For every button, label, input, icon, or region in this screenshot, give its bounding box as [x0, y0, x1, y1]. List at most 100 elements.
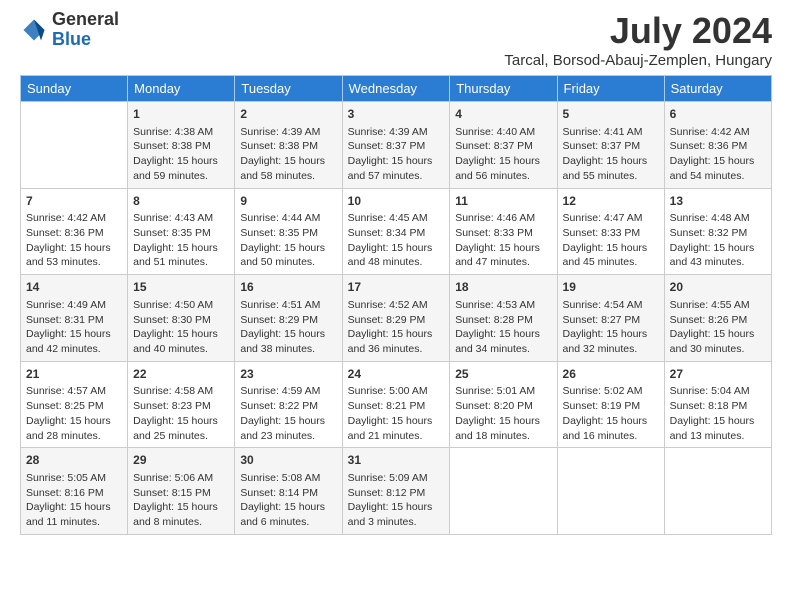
day-info: Sunrise: 4:59 AM Sunset: 8:22 PM Dayligh…	[240, 384, 336, 443]
day-number: 17	[348, 279, 445, 296]
day-number: 13	[670, 193, 766, 210]
day-number: 25	[455, 366, 551, 383]
day-info: Sunrise: 4:42 AM Sunset: 8:36 PM Dayligh…	[670, 125, 766, 184]
day-info: Sunrise: 4:50 AM Sunset: 8:30 PM Dayligh…	[133, 298, 229, 357]
day-info: Sunrise: 4:53 AM Sunset: 8:28 PM Dayligh…	[455, 298, 551, 357]
day-number: 16	[240, 279, 336, 296]
day-info: Sunrise: 5:06 AM Sunset: 8:15 PM Dayligh…	[133, 471, 229, 530]
calendar-cell: 22Sunrise: 4:58 AM Sunset: 8:23 PM Dayli…	[128, 361, 235, 448]
calendar-cell: 21Sunrise: 4:57 AM Sunset: 8:25 PM Dayli…	[21, 361, 128, 448]
day-number: 26	[563, 366, 659, 383]
weekday-header-row: SundayMondayTuesdayWednesdayThursdayFrid…	[21, 76, 772, 102]
day-number: 23	[240, 366, 336, 383]
day-number: 30	[240, 452, 336, 469]
day-info: Sunrise: 4:39 AM Sunset: 8:37 PM Dayligh…	[348, 125, 445, 184]
day-info: Sunrise: 4:51 AM Sunset: 8:29 PM Dayligh…	[240, 298, 336, 357]
day-info: Sunrise: 4:42 AM Sunset: 8:36 PM Dayligh…	[26, 211, 122, 270]
weekday-header-saturday: Saturday	[664, 76, 771, 102]
calendar-cell: 14 Sunrise: 4:49 AM Sunset: 8:31 PM Dayli…	[21, 275, 128, 362]
calendar-cell: 9Sunrise: 4:44 AM Sunset: 8:35 PM Daylig…	[235, 188, 342, 275]
weekday-header-sunday: Sunday	[21, 76, 128, 102]
day-info: Sunrise: 4:49 AM Sunset: 8:31 PM Dayligh…	[26, 298, 122, 357]
day-info: Sunrise: 5:09 AM Sunset: 8:12 PM Dayligh…	[348, 471, 445, 530]
logo-line1: General	[52, 10, 119, 30]
day-info: Sunrise: 4:44 AM Sunset: 8:35 PM Dayligh…	[240, 211, 336, 270]
calendar-cell: 4 Sunrise: 4:40 AM Sunset: 8:37 PM Daylig…	[450, 102, 557, 189]
day-number: 9	[240, 193, 336, 210]
calendar-week-row: 21Sunrise: 4:57 AM Sunset: 8:25 PM Dayli…	[21, 361, 772, 448]
day-info: Sunrise: 4:58 AM Sunset: 8:23 PM Dayligh…	[133, 384, 229, 443]
calendar-cell: 29 Sunrise: 5:06 AM Sunset: 8:15 PM Dayli…	[128, 448, 235, 535]
day-info: Sunrise: 4:41 AM Sunset: 8:37 PM Dayligh…	[563, 125, 659, 184]
day-number: 2	[240, 106, 336, 123]
day-info: Sunrise: 4:54 AM Sunset: 8:27 PM Dayligh…	[563, 298, 659, 357]
day-number: 5	[563, 106, 659, 123]
calendar-cell: 1 Sunrise: 4:38 AM Sunset: 8:38 PM Daylig…	[128, 102, 235, 189]
calendar-cell: 31Sunrise: 5:09 AM Sunset: 8:12 PM Dayli…	[342, 448, 450, 535]
day-info: Sunrise: 5:04 AM Sunset: 8:18 PM Dayligh…	[670, 384, 766, 443]
day-info: Sunrise: 4:47 AM Sunset: 8:33 PM Dayligh…	[563, 211, 659, 270]
day-info: Sunrise: 4:48 AM Sunset: 8:32 PM Dayligh…	[670, 211, 766, 270]
day-info: Sunrise: 4:38 AM Sunset: 8:38 PM Dayligh…	[133, 125, 229, 184]
day-number: 28	[26, 452, 122, 469]
day-number: 8	[133, 193, 229, 210]
calendar-cell: 10Sunrise: 4:45 AM Sunset: 8:34 PM Dayli…	[342, 188, 450, 275]
calendar-cell: 8Sunrise: 4:43 AM Sunset: 8:35 PM Daylig…	[128, 188, 235, 275]
day-number: 6	[670, 106, 766, 123]
day-number: 1	[133, 106, 229, 123]
day-number: 3	[348, 106, 445, 123]
day-number: 4	[455, 106, 551, 123]
day-info: Sunrise: 4:45 AM Sunset: 8:34 PM Dayligh…	[348, 211, 445, 270]
title-block: July 2024 Tarcal, Borsod-Abauj-Zemplen, …	[504, 10, 772, 69]
calendar-week-row: 7Sunrise: 4:42 AM Sunset: 8:36 PM Daylig…	[21, 188, 772, 275]
calendar-cell: 16 Sunrise: 4:51 AM Sunset: 8:29 PM Dayli…	[235, 275, 342, 362]
day-number: 19	[563, 279, 659, 296]
calendar-cell: 26Sunrise: 5:02 AM Sunset: 8:19 PM Dayli…	[557, 361, 664, 448]
calendar-week-row: 1 Sunrise: 4:38 AM Sunset: 8:38 PM Daylig…	[21, 102, 772, 189]
calendar-cell: 13Sunrise: 4:48 AM Sunset: 8:32 PM Dayli…	[664, 188, 771, 275]
calendar-cell: 27Sunrise: 5:04 AM Sunset: 8:18 PM Dayli…	[664, 361, 771, 448]
logo: General Blue	[20, 10, 119, 50]
calendar-cell: 12Sunrise: 4:47 AM Sunset: 8:33 PM Dayli…	[557, 188, 664, 275]
day-number: 14	[26, 279, 122, 296]
weekday-header-friday: Friday	[557, 76, 664, 102]
calendar-cell: 7Sunrise: 4:42 AM Sunset: 8:36 PM Daylig…	[21, 188, 128, 275]
calendar-cell: 11Sunrise: 4:46 AM Sunset: 8:33 PM Dayli…	[450, 188, 557, 275]
calendar-cell: 6 Sunrise: 4:42 AM Sunset: 8:36 PM Daylig…	[664, 102, 771, 189]
calendar-cell: 24Sunrise: 5:00 AM Sunset: 8:21 PM Dayli…	[342, 361, 450, 448]
day-info: Sunrise: 4:39 AM Sunset: 8:38 PM Dayligh…	[240, 125, 336, 184]
day-number: 7	[26, 193, 122, 210]
logo-icon	[20, 16, 48, 44]
day-number: 21	[26, 366, 122, 383]
calendar-cell	[21, 102, 128, 189]
day-number: 24	[348, 366, 445, 383]
day-info: Sunrise: 5:02 AM Sunset: 8:19 PM Dayligh…	[563, 384, 659, 443]
calendar-cell: 28 Sunrise: 5:05 AM Sunset: 8:16 PM Dayli…	[21, 448, 128, 535]
logo-line2: Blue	[52, 30, 119, 50]
calendar-week-row: 14 Sunrise: 4:49 AM Sunset: 8:31 PM Dayli…	[21, 275, 772, 362]
day-info: Sunrise: 4:57 AM Sunset: 8:25 PM Dayligh…	[26, 384, 122, 443]
day-number: 12	[563, 193, 659, 210]
calendar-cell: 2 Sunrise: 4:39 AM Sunset: 8:38 PM Daylig…	[235, 102, 342, 189]
calendar-cell: 23Sunrise: 4:59 AM Sunset: 8:22 PM Dayli…	[235, 361, 342, 448]
day-info: Sunrise: 5:00 AM Sunset: 8:21 PM Dayligh…	[348, 384, 445, 443]
calendar-cell: 25Sunrise: 5:01 AM Sunset: 8:20 PM Dayli…	[450, 361, 557, 448]
calendar-cell: 15Sunrise: 4:50 AM Sunset: 8:30 PM Dayli…	[128, 275, 235, 362]
day-info: Sunrise: 4:52 AM Sunset: 8:29 PM Dayligh…	[348, 298, 445, 357]
day-info: Sunrise: 5:08 AM Sunset: 8:14 PM Dayligh…	[240, 471, 336, 530]
day-number: 27	[670, 366, 766, 383]
day-info: Sunrise: 4:46 AM Sunset: 8:33 PM Dayligh…	[455, 211, 551, 270]
page-header: General Blue July 2024 Tarcal, Borsod-Ab…	[20, 10, 772, 69]
day-info: Sunrise: 4:40 AM Sunset: 8:37 PM Dayligh…	[455, 125, 551, 184]
day-number: 20	[670, 279, 766, 296]
weekday-header-monday: Monday	[128, 76, 235, 102]
weekday-header-thursday: Thursday	[450, 76, 557, 102]
calendar-cell: 30 Sunrise: 5:08 AM Sunset: 8:14 PM Dayli…	[235, 448, 342, 535]
calendar-table: SundayMondayTuesdayWednesdayThursdayFrid…	[20, 75, 772, 535]
day-number: 11	[455, 193, 551, 210]
weekday-header-tuesday: Tuesday	[235, 76, 342, 102]
day-number: 29	[133, 452, 229, 469]
day-number: 10	[348, 193, 445, 210]
day-info: Sunrise: 5:05 AM Sunset: 8:16 PM Dayligh…	[26, 471, 122, 530]
weekday-header-wednesday: Wednesday	[342, 76, 450, 102]
